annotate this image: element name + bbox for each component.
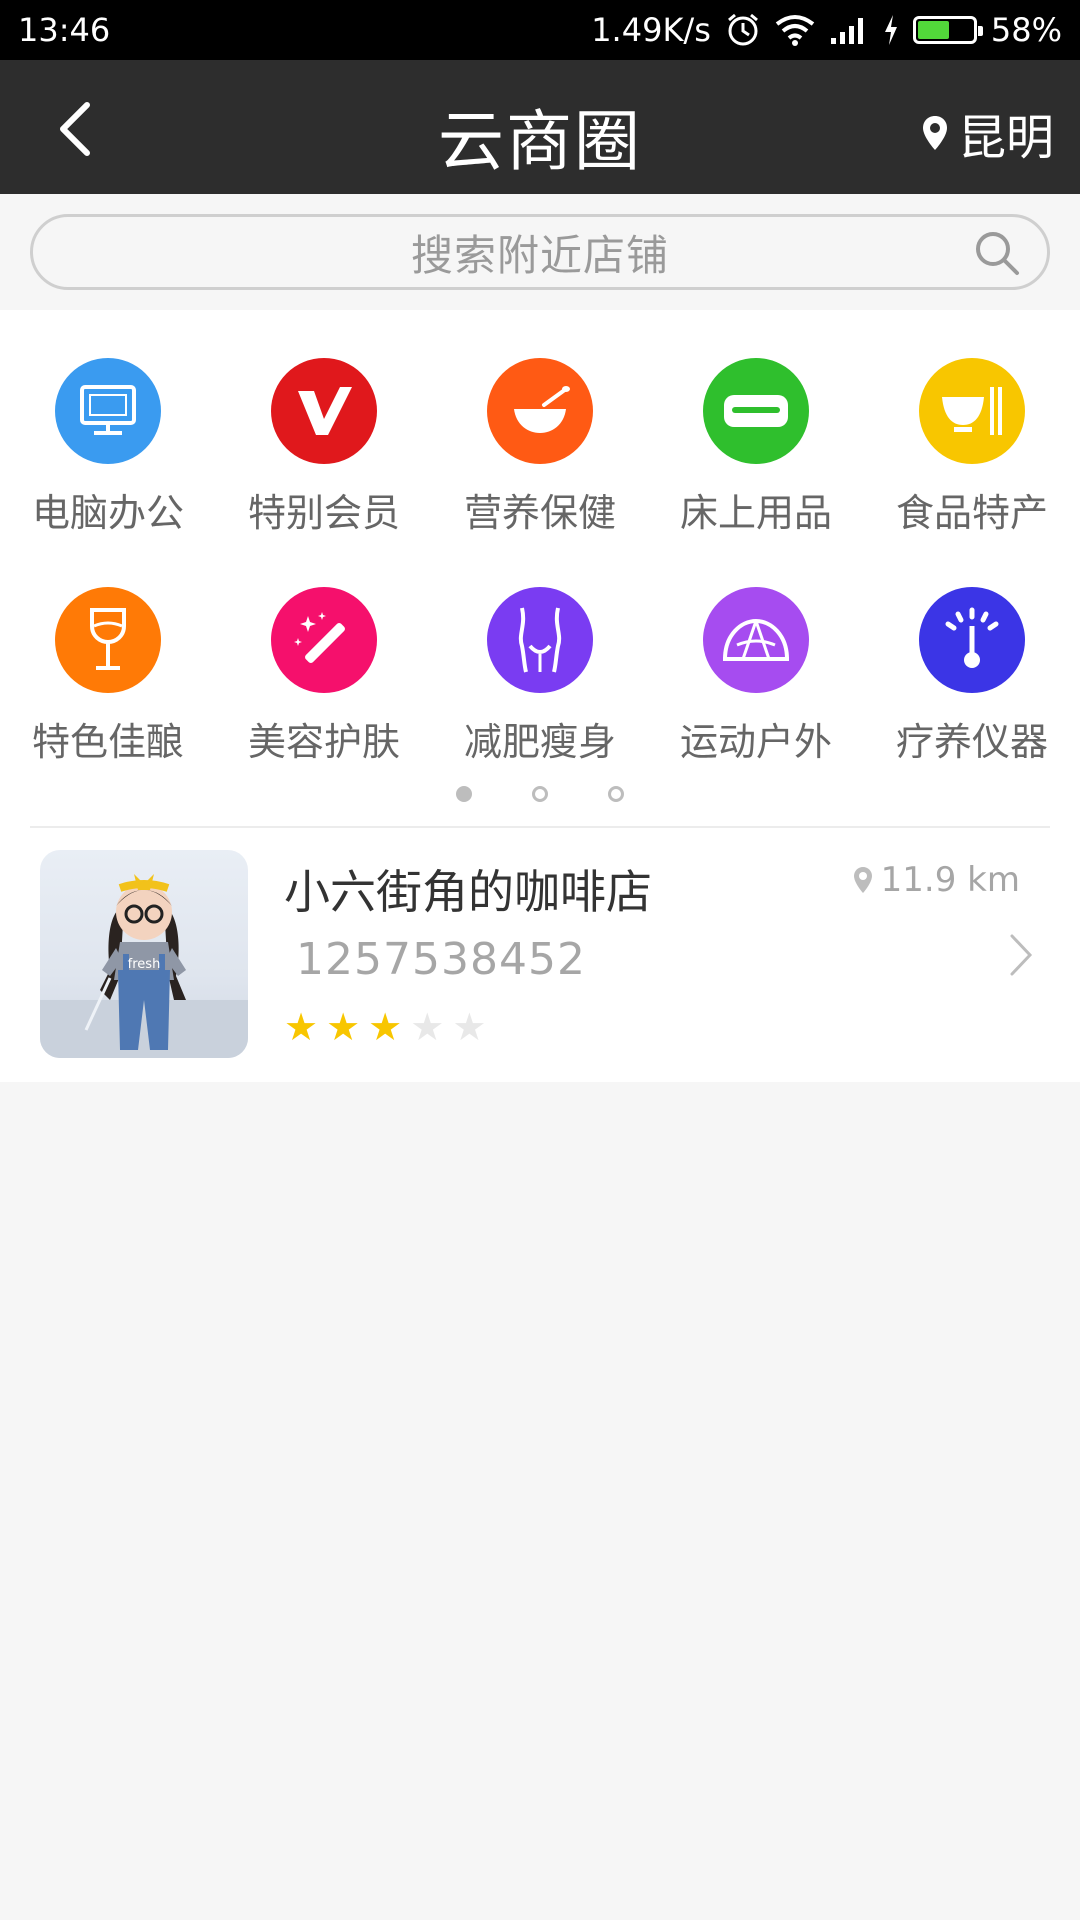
category-item[interactable]: 减肥瘦身 xyxy=(432,587,648,766)
star-rating: ★ ★ ★ ★ ★ xyxy=(284,1008,486,1046)
star-icon: ★ xyxy=(410,1005,445,1049)
gauge-icon xyxy=(945,607,999,668)
pillow-icon xyxy=(724,395,788,427)
app-bar: 云商圈 昆明 xyxy=(0,60,1080,194)
page-indicator xyxy=(0,786,1080,802)
category-label: 特别会员 xyxy=(247,491,400,535)
wine-glass-icon xyxy=(90,608,126,670)
category-label: 食品特产 xyxy=(895,491,1048,535)
page-dot[interactable] xyxy=(532,786,548,802)
bowl-spoon-icon xyxy=(514,386,570,433)
category-item[interactable]: 电脑办公 xyxy=(0,358,216,537)
search-input[interactable]: 搜索附近店铺 xyxy=(30,214,1050,290)
wifi-icon xyxy=(775,14,815,46)
category-grid: 电脑办公 特别会员 营养保健 床上用品 食品特产 特色佳酿 美容护肤 减肥瘦身 … xyxy=(0,310,1080,830)
divider xyxy=(30,826,1050,828)
star-icon: ★ xyxy=(452,1005,487,1049)
network-speed: 1.49K/s xyxy=(591,11,711,49)
category-label: 特色佳酿 xyxy=(31,720,184,764)
category-label: 床上用品 xyxy=(679,491,832,535)
category-icon-circle xyxy=(271,358,377,464)
tent-icon xyxy=(722,618,790,661)
battery-percent: 58% xyxy=(990,11,1062,49)
category-item[interactable]: 特色佳酿 xyxy=(0,587,216,766)
category-icon-circle xyxy=(703,587,809,693)
store-name: 小六街角的咖啡店 xyxy=(284,865,652,919)
category-item[interactable]: 特别会员 xyxy=(216,358,432,537)
search-placeholder: 搜索附近店铺 xyxy=(410,230,669,280)
category-icon-circle xyxy=(271,587,377,693)
star-icon: ★ xyxy=(284,1005,319,1049)
category-label: 电脑办公 xyxy=(31,491,184,535)
page-dot[interactable] xyxy=(608,786,624,802)
category-icon-circle xyxy=(703,358,809,464)
status-right: 1.49K/s 58% xyxy=(591,11,1062,49)
category-icon-circle xyxy=(919,587,1025,693)
category-icon-circle xyxy=(55,358,161,464)
alarm-icon xyxy=(725,12,761,48)
store-list-item[interactable]: fresh 小六街角的咖啡店 1257538452 ★ ★ ★ ★ ★ 11.9… xyxy=(0,830,1080,1082)
store-photo-image: fresh xyxy=(40,874,248,1058)
category-label: 美容护肤 xyxy=(247,720,400,764)
category-item[interactable]: 食品特产 xyxy=(864,358,1080,537)
battery-icon xyxy=(912,16,983,44)
monitor-icon xyxy=(80,385,136,435)
category-label: 营养保健 xyxy=(463,491,616,535)
charging-icon xyxy=(883,15,899,45)
body-shape-icon xyxy=(518,607,562,673)
battery-fill xyxy=(917,21,950,39)
category-label: 疗养仪器 xyxy=(895,720,1048,764)
category-item[interactable]: 营养保健 xyxy=(432,358,648,537)
vip-icon xyxy=(298,387,352,435)
page-title: 云商圈 xyxy=(438,103,642,180)
magic-wand-icon xyxy=(294,612,345,663)
store-thumbnail: fresh xyxy=(40,850,248,1058)
location-label: 昆明 xyxy=(957,110,1054,166)
status-time: 13:46 xyxy=(18,11,111,49)
status-bar: 13:46 1.49K/s 58% xyxy=(0,0,1080,60)
category-label: 运动户外 xyxy=(679,720,832,764)
category-item[interactable]: 美容护肤 xyxy=(216,587,432,766)
location-pin-icon xyxy=(853,867,872,893)
bowl-chopsticks-icon xyxy=(942,387,1002,435)
category-label: 减肥瘦身 xyxy=(463,720,616,764)
chevron-right-icon[interactable] xyxy=(1006,932,1036,978)
category-list: 电脑办公 特别会员 营养保健 床上用品 食品特产 特色佳酿 美容护肤 减肥瘦身 … xyxy=(0,358,1080,766)
category-icon-circle xyxy=(919,358,1025,464)
search-bar: 搜索附近店铺 xyxy=(0,194,1080,310)
category-item[interactable]: 床上用品 xyxy=(648,358,864,537)
search-icon[interactable] xyxy=(973,229,1021,277)
location-pin-icon xyxy=(922,116,947,150)
store-phone: 1257538452 xyxy=(296,934,586,985)
signal-icon xyxy=(829,14,869,46)
category-icon-circle xyxy=(487,358,593,464)
category-icon-circle xyxy=(487,587,593,693)
page-dot-active[interactable] xyxy=(456,786,472,802)
star-icon: ★ xyxy=(368,1005,403,1049)
category-icon-circle xyxy=(55,587,161,693)
distance-value: 11.9 km xyxy=(880,860,1020,900)
shirt-print-text: fresh xyxy=(128,957,161,972)
category-item[interactable]: 疗养仪器 xyxy=(864,587,1080,766)
star-icon: ★ xyxy=(326,1005,361,1049)
category-item[interactable]: 运动户外 xyxy=(648,587,864,766)
location-selector[interactable]: 昆明 xyxy=(922,98,1054,168)
store-distance: 11.9 km xyxy=(853,860,1020,900)
